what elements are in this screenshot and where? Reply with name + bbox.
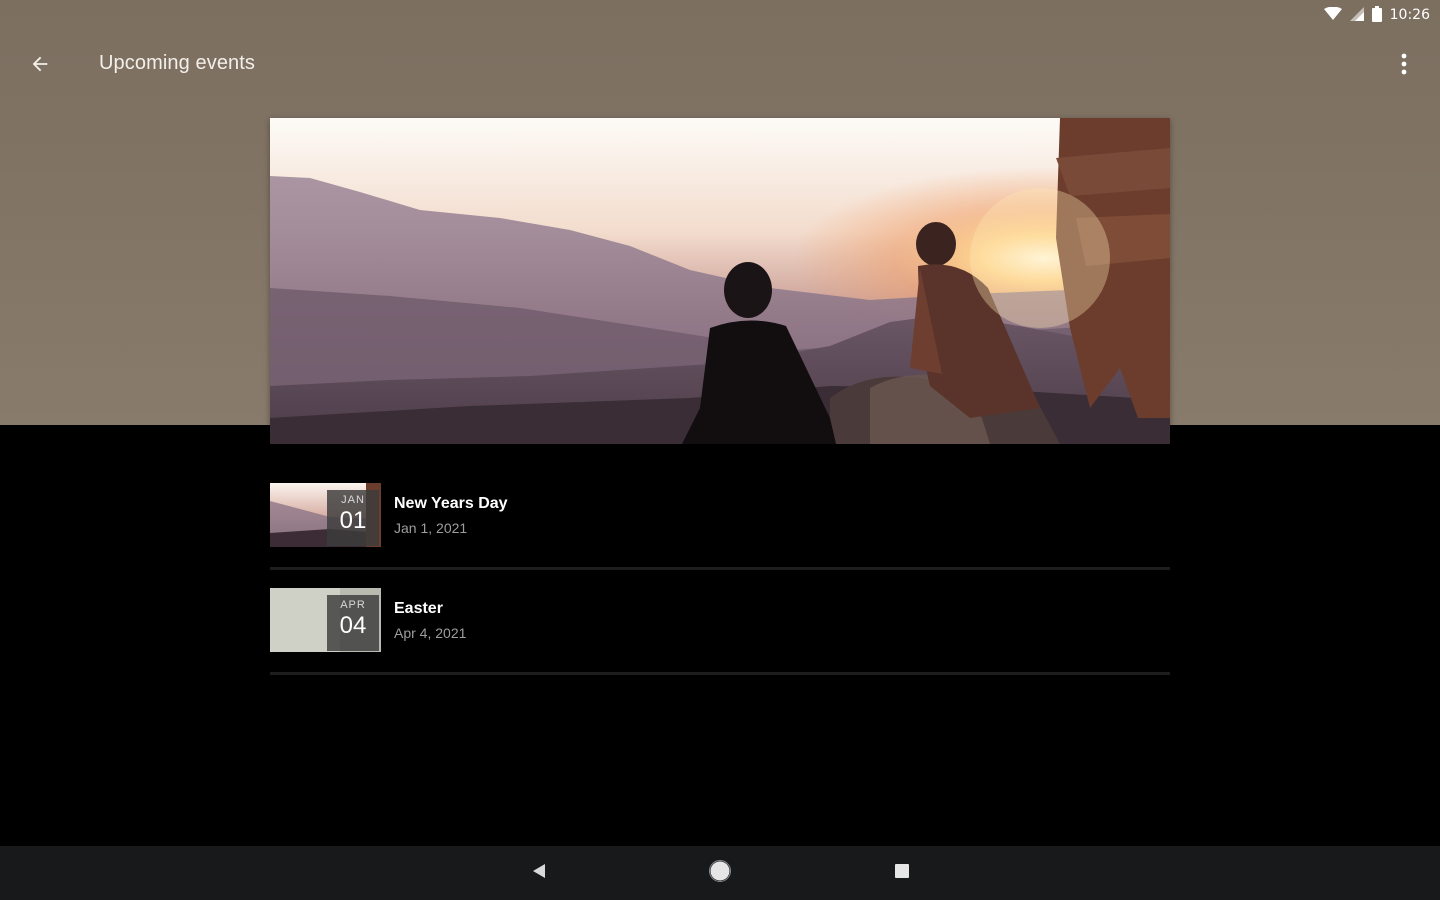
event-thumbnail: APR 04 <box>270 588 381 652</box>
event-date: Apr 4, 2021 <box>394 625 467 641</box>
event-title: Easter <box>394 600 443 617</box>
more-vert-icon <box>1401 53 1407 80</box>
list-item[interactable]: JAN 01 New Years Day Jan 1, 2021 <box>270 465 1170 570</box>
nav-recents-button[interactable] <box>887 858 917 888</box>
sunset-over-mountains-photo <box>270 118 1170 444</box>
date-badge-day: 01 <box>339 507 367 534</box>
date-badge-day: 04 <box>339 612 367 639</box>
arrow-back-icon <box>29 53 51 80</box>
signal-icon <box>1349 6 1364 24</box>
nav-home-icon <box>709 859 731 887</box>
hero-image <box>270 118 1170 444</box>
app-bar: Upcoming events <box>0 30 1440 98</box>
overflow-menu-button[interactable] <box>1388 50 1420 82</box>
nav-back-icon <box>532 863 546 884</box>
status-time: 10:26 <box>1389 7 1430 23</box>
nav-back-button[interactable] <box>524 858 554 888</box>
battery-icon <box>1371 5 1382 25</box>
list-item[interactable]: APR 04 Easter Apr 4, 2021 <box>270 570 1170 675</box>
back-button[interactable] <box>24 50 56 82</box>
date-badge: JAN 01 <box>327 490 379 546</box>
events-list: JAN 01 New Years Day Jan 1, 2021 APR 04 … <box>270 465 1170 675</box>
event-thumbnail: JAN 01 <box>270 483 381 547</box>
system-nav-bar <box>0 846 1440 900</box>
date-badge: APR 04 <box>327 595 379 651</box>
event-title: New Years Day <box>394 495 508 512</box>
app-screen: 10:26 Upcoming events JAN 01 New Years D… <box>0 0 1440 900</box>
event-date: Jan 1, 2021 <box>394 520 468 536</box>
nav-recents-icon <box>895 863 909 883</box>
nav-home-button[interactable] <box>705 858 735 888</box>
date-badge-month: APR <box>340 599 366 611</box>
wifi-icon <box>1323 6 1342 24</box>
status-bar: 10:26 <box>1323 0 1440 30</box>
page-title: Upcoming events <box>99 52 256 74</box>
date-badge-month: JAN <box>341 494 365 506</box>
